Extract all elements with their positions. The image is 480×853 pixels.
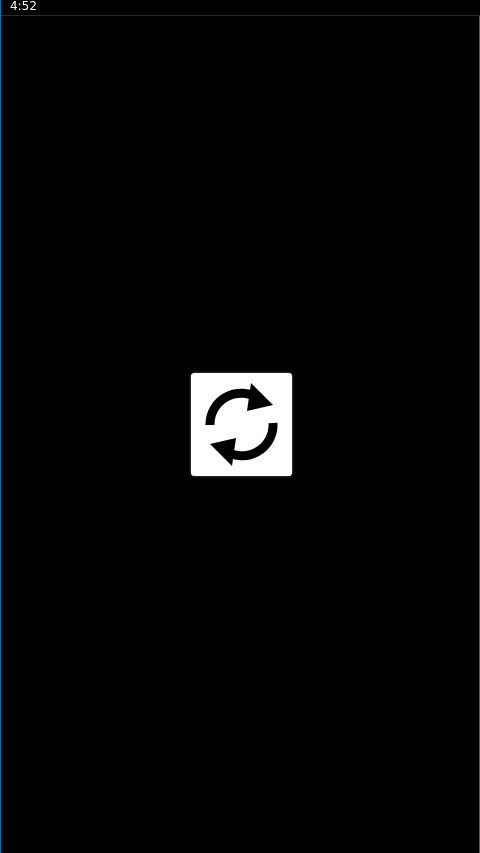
- status-divider: [1, 15, 480, 16]
- app-screen: 4:52: [0, 0, 480, 853]
- refresh-button[interactable]: [191, 373, 292, 476]
- status-time: 4:52: [10, 0, 37, 13]
- refresh-icon: [205, 383, 278, 466]
- status-bar: 4:52: [1, 0, 480, 16]
